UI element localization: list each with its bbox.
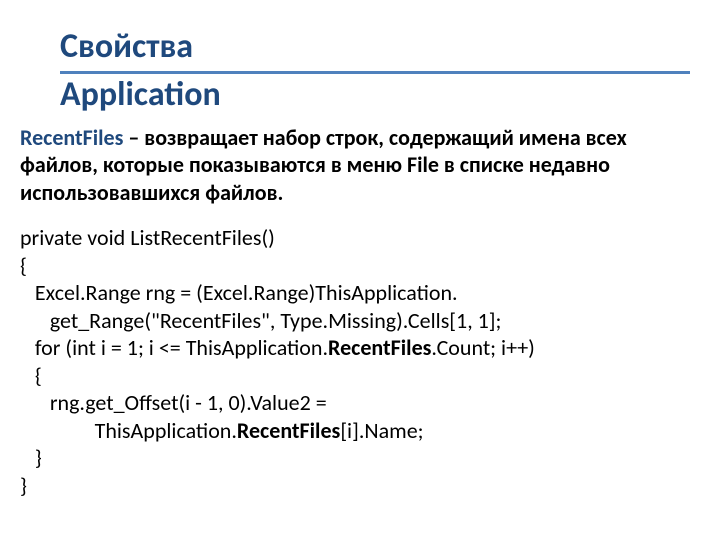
code-line: [i].Name; — [340, 417, 423, 444]
code-line: private void ListRecentFiles() — [20, 224, 275, 251]
code-line: { — [20, 252, 27, 279]
title-block: Свойства Application — [60, 28, 690, 114]
code-line: { — [20, 362, 42, 389]
code-line: .Count; i++) — [431, 334, 534, 361]
slide: Свойства Application RecentFiles – возвр… — [0, 0, 720, 540]
code-line: Excel.Range rng = (Excel.Range)ThisAppli… — [20, 279, 458, 306]
code-line: } — [20, 444, 42, 471]
code-line: ThisApplication. — [20, 417, 237, 444]
code-bold: RecentFiles — [237, 417, 340, 444]
code-line: get_Range("RecentFiles", Type.Missing).C… — [20, 307, 501, 334]
property-name: RecentFiles — [20, 124, 123, 151]
code-bold: RecentFiles — [328, 334, 431, 361]
title-line1: Свойства — [60, 28, 690, 65]
code-line: for (int i = 1; i <= ThisApplication. — [20, 334, 328, 361]
property-description: RecentFiles – возвращает набор строк, со… — [20, 124, 690, 207]
code-line: rng.get_Offset(i - 1, 0).Value2 = — [20, 389, 327, 416]
code-block: private void ListRecentFiles() { Excel.R… — [20, 224, 690, 499]
code-line: } — [20, 472, 27, 499]
body: RecentFiles – возвращает набор строк, со… — [20, 124, 690, 500]
title-line2: Application — [60, 76, 690, 113]
